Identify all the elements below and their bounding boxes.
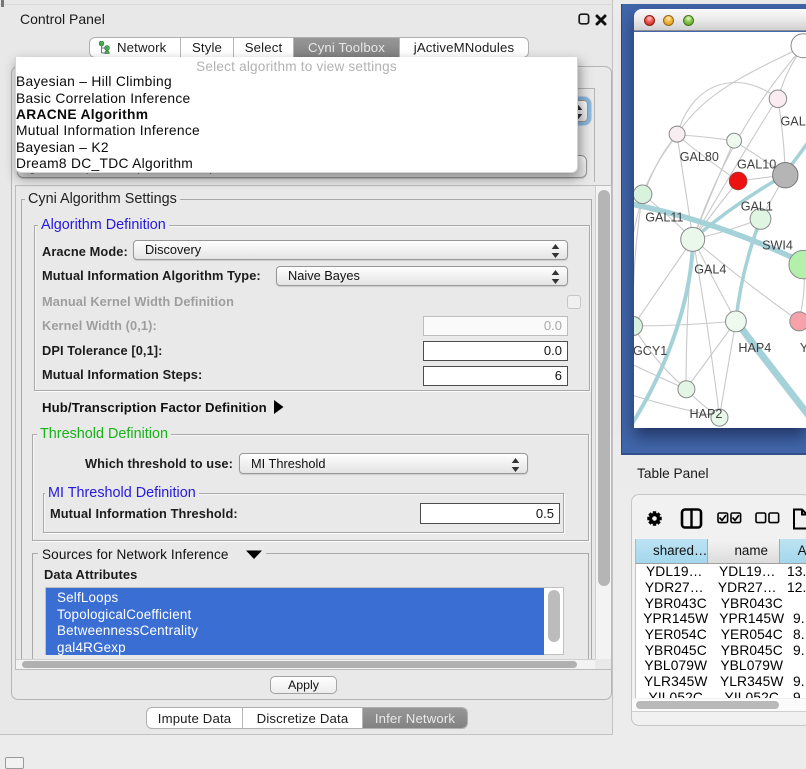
- svg-text:GAL1: GAL1: [741, 199, 773, 213]
- svg-text:GAL4: GAL4: [694, 262, 726, 276]
- svg-text:HAP2: HAP2: [690, 407, 723, 421]
- svg-text:HAP4: HAP4: [738, 340, 771, 354]
- svg-text:YDR: YDR: [800, 340, 806, 354]
- svg-text:GCY1: GCY1: [634, 344, 667, 358]
- svg-text:GAL11: GAL11: [645, 210, 683, 224]
- svg-text:GAL2: GAL2: [781, 114, 806, 128]
- svg-text:GAL80: GAL80: [680, 150, 719, 164]
- svg-text:GAL10: GAL10: [737, 157, 776, 171]
- svg-text:SWI4: SWI4: [762, 238, 793, 252]
